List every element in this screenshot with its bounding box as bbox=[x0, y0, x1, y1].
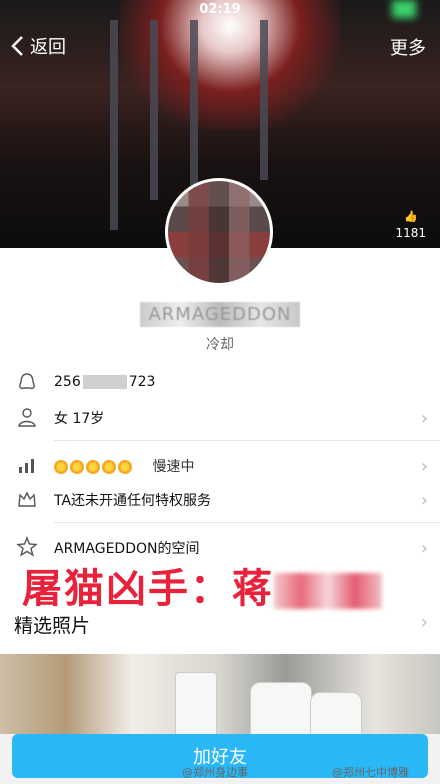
divider bbox=[54, 440, 440, 441]
chevron-right-icon: › bbox=[420, 408, 428, 429]
like-count[interactable]: 1181 bbox=[395, 226, 426, 240]
level-status: 慢速中 bbox=[152, 459, 195, 475]
vip-status: TA还未开通任何特权服务 bbox=[54, 493, 212, 509]
qq-mask bbox=[82, 375, 127, 389]
penguin-icon bbox=[19, 373, 35, 390]
chevron-left-icon bbox=[11, 36, 23, 56]
news-caption-overlay: 屠猫凶手：蒋 bbox=[22, 556, 382, 614]
chevron-right-icon: › bbox=[420, 612, 428, 633]
qzone-label: ARMAGEDDON的空间 bbox=[54, 541, 200, 557]
sun-icon bbox=[86, 460, 100, 474]
watermark-right: @郑州七中博雅 bbox=[332, 766, 409, 779]
crown-icon bbox=[18, 491, 36, 507]
back-label: 返回 bbox=[30, 37, 66, 58]
photo-cup bbox=[310, 692, 362, 734]
photo-cup bbox=[250, 682, 312, 734]
featured-photos-strip[interactable] bbox=[0, 654, 440, 734]
sun-icon bbox=[70, 460, 84, 474]
watermark-left: @郑州身边事 bbox=[182, 766, 248, 779]
photo-cup bbox=[175, 672, 217, 734]
qq-prefix: 256 bbox=[54, 374, 81, 390]
more-button[interactable]: 更多 bbox=[390, 34, 426, 60]
caption-text: 屠猫凶手：蒋 bbox=[22, 566, 274, 612]
back-button[interactable]: 返回 bbox=[10, 33, 66, 59]
level-display: 慢速中 bbox=[54, 456, 194, 476]
gender-age-row[interactable]: 女 17岁 › bbox=[0, 398, 440, 438]
qq-suffix: 723 bbox=[128, 374, 156, 390]
nickname-text: ARMAGEDDON bbox=[140, 302, 300, 327]
featured-photos-title[interactable]: 精选照片 bbox=[14, 611, 90, 638]
cover-pillar bbox=[110, 20, 118, 230]
qq-number: 256 723 bbox=[54, 374, 155, 390]
cover-pillar bbox=[150, 20, 158, 200]
sun-icon bbox=[54, 460, 68, 474]
sun-icon bbox=[118, 460, 132, 474]
cover-pillar bbox=[260, 20, 268, 180]
person-icon bbox=[18, 408, 36, 427]
chevron-right-icon: › bbox=[420, 456, 428, 477]
status-time: 02:19 bbox=[199, 2, 241, 17]
divider bbox=[54, 522, 440, 523]
thumb-up-icon: 👍 bbox=[404, 210, 418, 223]
profile-nickname: ARMAGEDDON bbox=[0, 302, 440, 327]
chevron-right-icon: › bbox=[420, 538, 428, 559]
gender-age: 女 17岁 bbox=[54, 411, 105, 427]
profile-signature: 冷却 bbox=[206, 337, 234, 353]
vip-row[interactable]: TA还未开通任何特权服务 › bbox=[0, 480, 440, 520]
star-icon bbox=[16, 536, 38, 557]
avatar[interactable] bbox=[165, 178, 273, 286]
sun-icon bbox=[102, 460, 116, 474]
caption-blur bbox=[274, 573, 382, 609]
level-chart-icon bbox=[19, 459, 34, 473]
chevron-right-icon: › bbox=[420, 490, 428, 511]
